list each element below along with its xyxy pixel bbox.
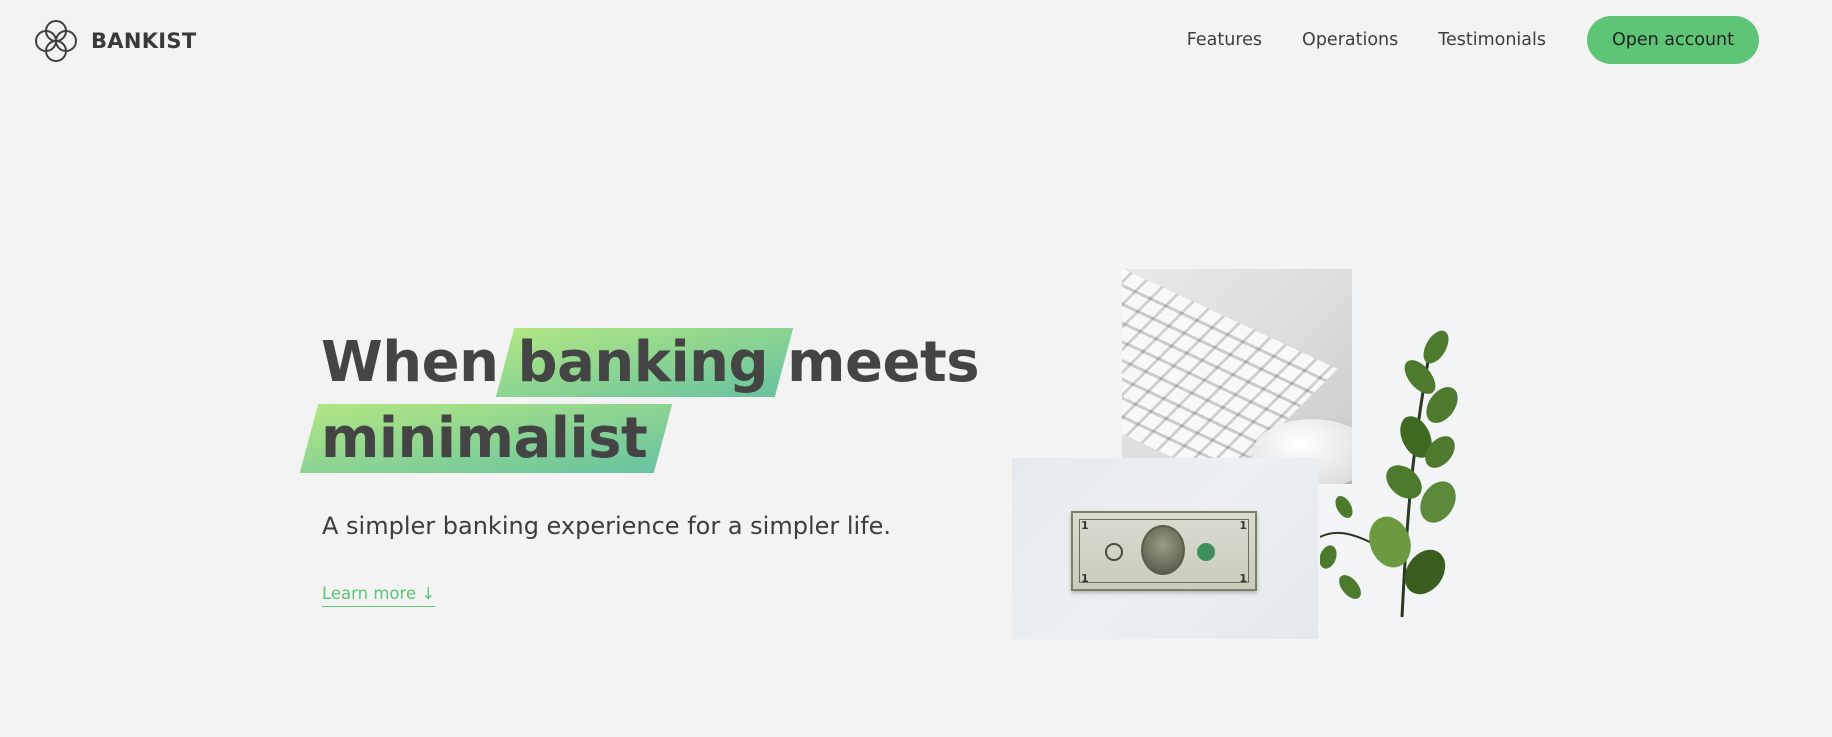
bill-green-seal <box>1197 543 1215 561</box>
bill-black-seal <box>1105 543 1123 561</box>
highlight-text-banking: banking <box>517 330 769 395</box>
dollar-bill: 1 1 1 1 <box>1071 511 1257 591</box>
dollar-bill-image: 1 1 1 1 <box>1012 458 1318 639</box>
bill-corner-mark: 1 <box>1239 572 1247 585</box>
bill-corner-mark: 1 <box>1081 572 1089 585</box>
open-account-button[interactable]: Open account <box>1587 16 1759 64</box>
bill-corner-mark: 1 <box>1081 519 1089 532</box>
learn-more-link[interactable]: Learn more ↓ <box>322 584 436 607</box>
top-navbar: BANKIST Features Operations Testimonials… <box>0 0 1832 80</box>
highlight-text-minimalist: minimalist <box>321 406 648 471</box>
four-circle-logo-icon <box>35 20 77 62</box>
bill-corner-mark: 1 <box>1239 519 1247 532</box>
hero-title-highlight-banking: banking <box>496 328 794 397</box>
keyboard-and-mouse-image <box>1122 269 1352 484</box>
nav-link-operations[interactable]: Operations <box>1302 16 1398 64</box>
hero-title-line-1: When banking meets <box>321 325 980 401</box>
hero-subtitle: A simpler banking experience for a simpl… <box>322 512 892 540</box>
nav-link-testimonials[interactable]: Testimonials <box>1438 16 1546 64</box>
brand-name: BANKIST <box>91 29 197 53</box>
hero-title-word-meets: meets <box>787 330 980 395</box>
bill-portrait <box>1141 525 1185 575</box>
hero-title-highlight-minimalist: minimalist <box>299 404 673 473</box>
hero-title-word-when: When <box>321 330 499 395</box>
hero-title-line-2: minimalist <box>299 401 979 477</box>
hero-title: When banking meets minimalist <box>299 325 980 477</box>
nav-link-features[interactable]: Features <box>1187 16 1262 64</box>
brand-logo[interactable]: BANKIST <box>33 18 196 64</box>
nav-links: Features Operations Testimonials Open ac… <box>1187 16 1759 64</box>
